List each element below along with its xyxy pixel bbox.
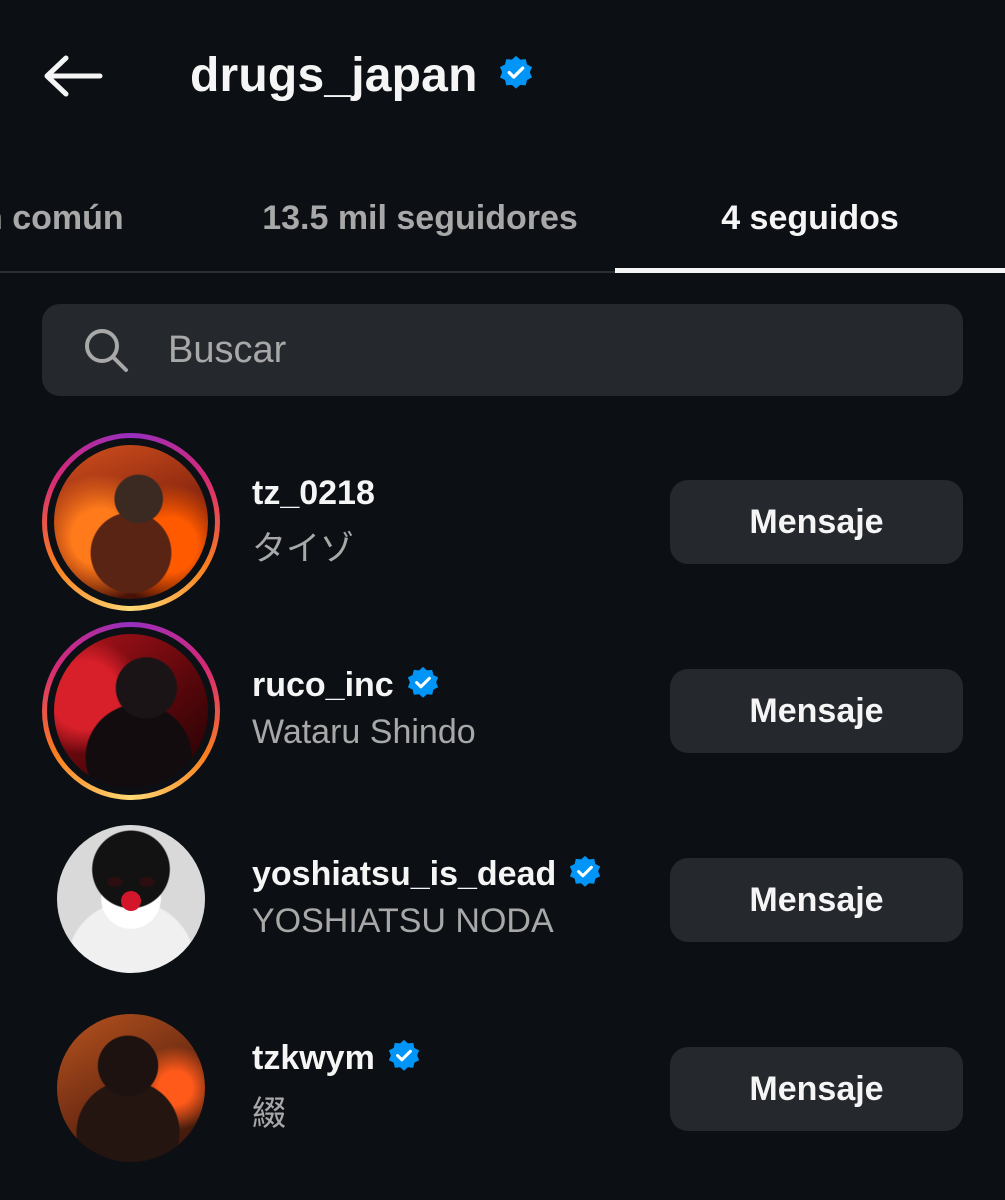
active-tab-indicator (615, 268, 1005, 273)
tab-mutual[interactable]: n común (0, 165, 142, 271)
avatar-story-ring[interactable] (42, 622, 220, 800)
list-item[interactable]: tzkwym 綴 Mensaje (0, 1000, 1005, 1189)
full-name: Wataru Shindo (252, 713, 476, 751)
tab-followers-label: 13.5 mil seguidores (262, 198, 578, 237)
list-item[interactable]: ruco_inc Wataru Shindo Mensaje (0, 622, 1005, 811)
message-button[interactable]: Mensaje (670, 1047, 963, 1131)
header: drugs_japan (0, 0, 1005, 150)
arrow-left-icon (44, 55, 103, 97)
full-name: 綴 (252, 1095, 286, 1133)
username[interactable]: tz_0218 (252, 474, 375, 513)
full-name: タイゾ (252, 530, 354, 568)
tab-followers[interactable]: 13.5 mil seguidores (215, 165, 625, 271)
username[interactable]: yoshiatsu_is_dead (252, 855, 556, 894)
avatar[interactable] (57, 1014, 205, 1162)
avatar-story-ring[interactable] (42, 433, 220, 611)
search-icon (85, 329, 128, 372)
verified-badge-icon (498, 55, 534, 96)
back-button[interactable] (40, 48, 106, 104)
tab-mutual-label: n común (0, 198, 124, 237)
tab-following-label: 4 seguidos (721, 198, 899, 237)
tab-bar: n común 13.5 mil seguidores 4 seguidos (0, 165, 1005, 273)
title-wrap: drugs_japan (190, 40, 534, 110)
message-button[interactable]: Mensaje (670, 480, 963, 564)
username[interactable]: tzkwym (252, 1039, 375, 1078)
verified-badge-icon (568, 855, 602, 894)
username[interactable]: ruco_inc (252, 666, 394, 705)
account-info[interactable]: ruco_inc Wataru Shindo (252, 663, 476, 752)
verified-badge-icon (387, 1039, 421, 1078)
account-info[interactable]: yoshiatsu_is_dead YOSHIATSU NODA (252, 852, 602, 941)
account-info[interactable]: tzkwym 綴 (252, 1036, 421, 1135)
avatar (54, 634, 208, 788)
search-input[interactable] (168, 320, 928, 380)
list-item[interactable]: tz_0218 タイゾ Mensaje (0, 433, 1005, 622)
account-info[interactable]: tz_0218 タイゾ (252, 471, 375, 570)
verified-badge-icon (406, 666, 440, 705)
avatar[interactable] (57, 825, 205, 973)
tab-following[interactable]: 4 seguidos (615, 165, 1005, 271)
page-title: drugs_japan (190, 48, 478, 102)
avatar (54, 445, 208, 599)
message-button[interactable]: Mensaje (670, 669, 963, 753)
following-screen: drugs_japan n común 13.5 mil seguidores … (0, 0, 1005, 1200)
full-name: YOSHIATSU NODA (252, 902, 554, 940)
list-item[interactable]: yoshiatsu_is_dead YOSHIATSU NODA Mensaje (0, 811, 1005, 1000)
message-button[interactable]: Mensaje (670, 858, 963, 942)
